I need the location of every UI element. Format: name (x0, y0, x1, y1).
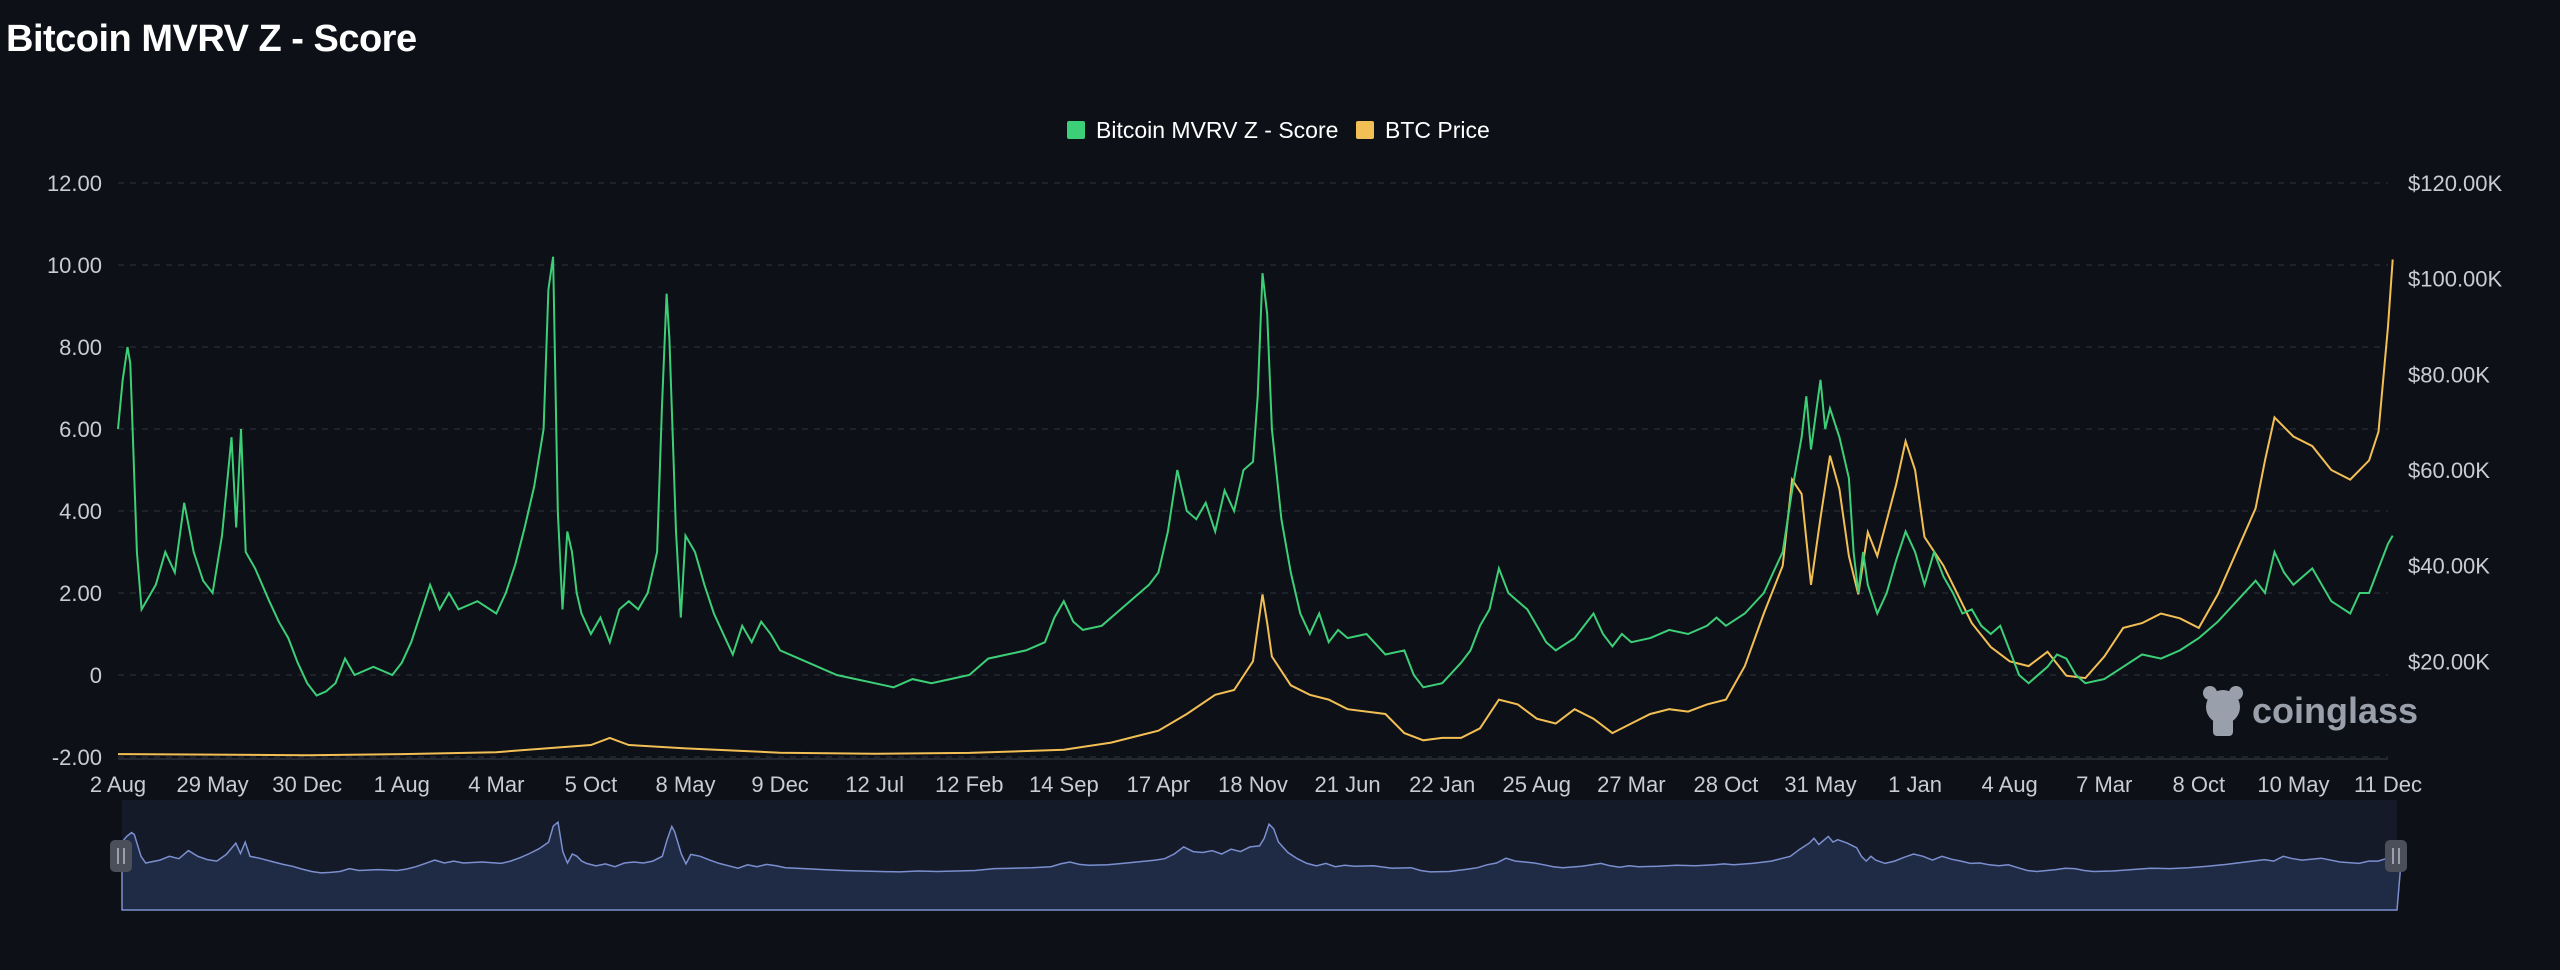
series-line-btc-price (117, 259, 2394, 757)
x-tick-label: 28 Oct (1694, 772, 1759, 797)
y-right-tick-label: $40.00K (2408, 554, 2490, 579)
watermark-text: coinglass (2252, 690, 2418, 731)
y-right-tick-label: $60.00K (2408, 458, 2490, 483)
x-tick-label: 21 Jun (1315, 772, 1381, 797)
x-axis: 2 Aug 29 May 30 Dec 1 Aug 4 Mar 5 Oct 8 May 9 D… (90, 758, 2422, 797)
x-tick-label: 25 Aug (1502, 772, 1571, 797)
y-left-tick-label: 8.00 (59, 335, 102, 360)
x-tick-label: 22 Jan (1409, 772, 1475, 797)
legend-item-zscore[interactable]: Bitcoin MVRV Z - Score (1067, 117, 1338, 143)
x-tick-label: 11 Dec (2354, 772, 2422, 797)
x-tick-label: 12 Feb (935, 772, 1004, 797)
range-navigator[interactable] (110, 800, 2407, 911)
legend-swatch-price (1356, 121, 1374, 139)
x-tick-label: 31 May (1784, 772, 1856, 797)
y-left-tick-label: 4.00 (59, 499, 102, 524)
coinglass-watermark: coinglass (2203, 686, 2418, 736)
x-tick-label: 10 May (2257, 772, 2329, 797)
legend: Bitcoin MVRV Z - Score BTC Price (1067, 117, 1490, 143)
x-tick-label: 30 Dec (272, 772, 342, 797)
y-left-tick-label: 0 (90, 663, 102, 688)
x-tick-label: 1 Aug (374, 772, 430, 797)
x-tick-label: 5 Oct (565, 772, 618, 797)
series-line-mvrv-z-score (117, 256, 2394, 697)
y-right-tick-label: $120.00K (2408, 171, 2503, 196)
legend-label-price: BTC Price (1385, 117, 1490, 143)
y-left-tick-label: 12.00 (47, 171, 102, 196)
y-left-tick-label: -2.00 (52, 745, 102, 770)
navigator-handle-right[interactable] (2385, 840, 2407, 872)
y-right-tick-label: $80.00K (2408, 362, 2490, 387)
x-tick-label: 8 May (656, 772, 716, 797)
x-tick-label: 2 Aug (90, 772, 146, 797)
x-tick-label: 29 May (177, 772, 249, 797)
x-tick-label: 17 Apr (1127, 772, 1191, 797)
chart: Bitcoin MVRV Z - Score BTC Price 12.00 10… (47, 117, 2503, 911)
y-right-tick-label: $20.00K (2408, 649, 2490, 674)
x-tick-label: 9 Dec (751, 772, 808, 797)
x-tick-label: 4 Aug (1982, 772, 2038, 797)
grid-lines (118, 182, 2388, 758)
x-tick-label: 18 Nov (1218, 772, 1288, 797)
legend-swatch-zscore (1067, 121, 1085, 139)
coinglass-logo-icon (2203, 686, 2243, 736)
y-right-tick-label: $100.00K (2408, 267, 2503, 292)
legend-item-price[interactable]: BTC Price (1356, 117, 1490, 143)
right-axis: $120.00K $100.00K $80.00K $60.00K $40.00K $20… (2408, 171, 2503, 674)
y-left-tick-label: 10.00 (47, 253, 102, 278)
x-tick-label: 8 Oct (2173, 772, 2226, 797)
navigator-handle-left[interactable] (110, 840, 132, 872)
x-tick-label: 14 Sep (1029, 772, 1099, 797)
left-axis: 12.00 10.00 8.00 6.00 4.00 2.00 0 -2.00 (47, 171, 102, 770)
x-tick-label: 27 Mar (1597, 772, 1665, 797)
y-left-tick-label: 2.00 (59, 581, 102, 606)
legend-label-zscore: Bitcoin MVRV Z - Score (1096, 117, 1338, 143)
x-tick-label: 4 Mar (468, 772, 524, 797)
x-tick-label: 1 Jan (1888, 772, 1942, 797)
x-tick-label: 7 Mar (2076, 772, 2132, 797)
y-left-tick-label: 6.00 (59, 417, 102, 442)
x-tick-label: 12 Jul (845, 772, 904, 797)
